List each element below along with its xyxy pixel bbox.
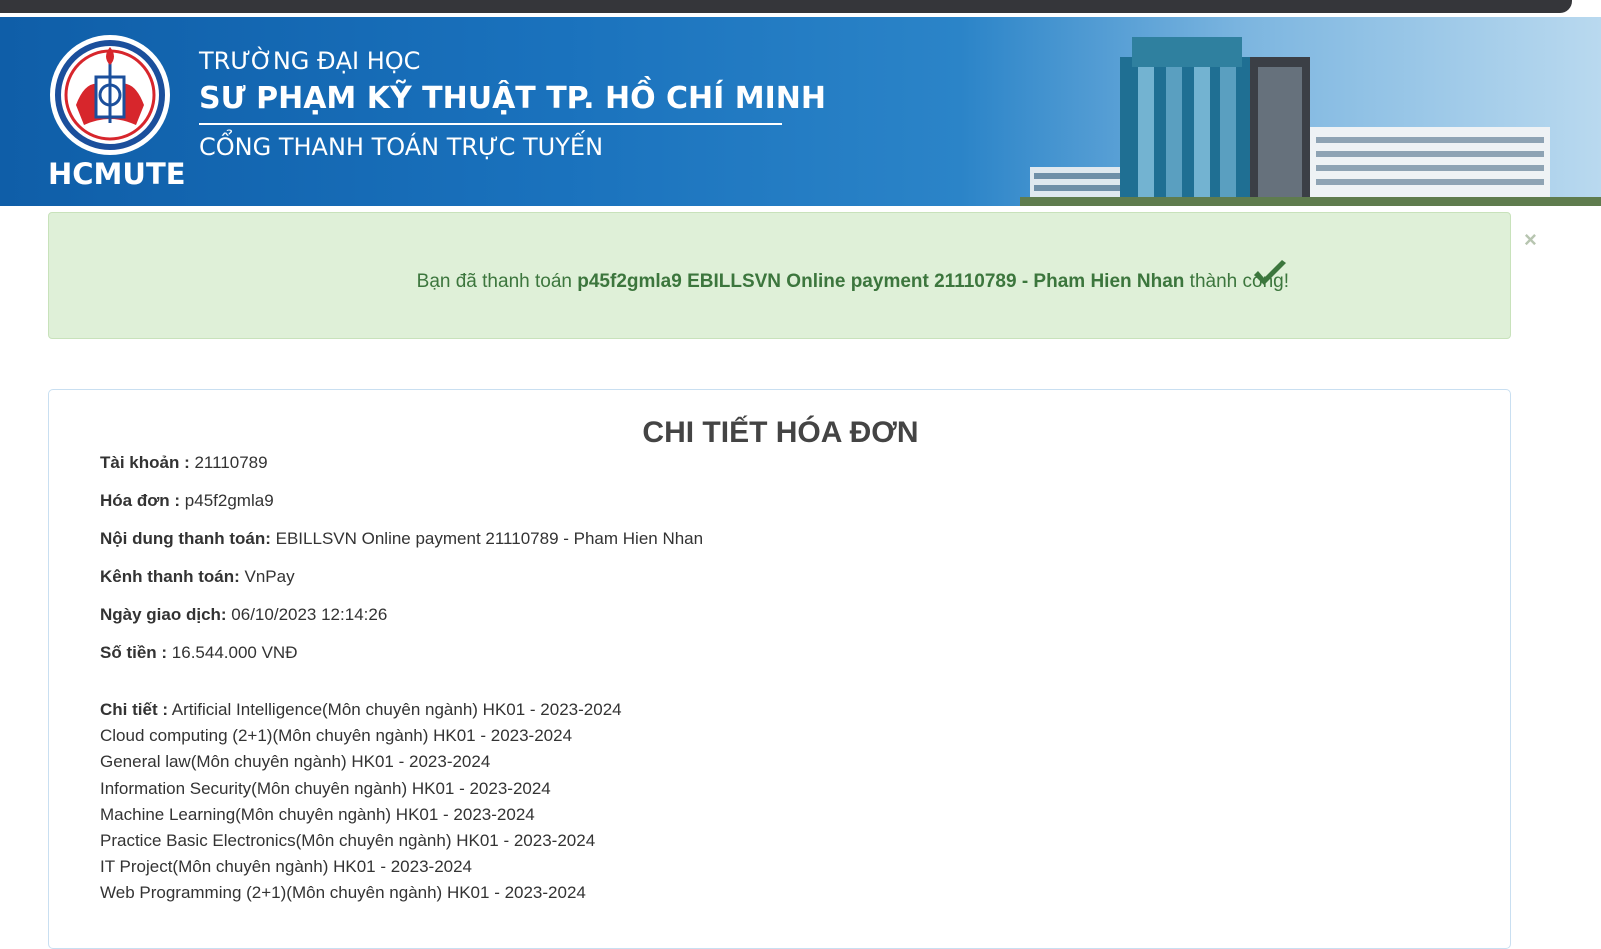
list-item: Web Programming (2+1)(Môn chuyên ngành) … — [100, 883, 586, 903]
payment-description: p45f2gmla9 EBILLSVN Online payment 21110… — [577, 271, 1185, 292]
field-payment-channel: Kênh thanh toán: VnPay — [100, 567, 295, 587]
field-label: Tài khoản : — [100, 453, 190, 472]
field-value: VnPay — [239, 567, 295, 586]
browser-bar — [0, 0, 1572, 13]
list-item: Cloud computing (2+1)(Môn chuyên ngành) … — [100, 726, 573, 746]
university-name-line1: TRƯỜNG ĐẠI HỌC — [199, 47, 421, 75]
success-prefix: Bạn đã thanh toán — [416, 271, 578, 292]
success-alert: Bạn đã thanh toán p45f2gmla9 EBILLSVN On… — [48, 212, 1537, 339]
field-invoice: Hóa đơn : p45f2gmla9 — [100, 491, 274, 511]
details-label: Chi tiết : — [100, 700, 168, 719]
title-divider — [199, 123, 782, 125]
invoice-title: CHI TIẾT HÓA ĐƠN — [642, 416, 919, 449]
field-value: 06/10/2023 12:14:26 — [226, 605, 388, 624]
portal-name: CỔNG THANH TOÁN TRỰC TUYẾN — [199, 133, 604, 161]
field-value: EBILLSVN Online payment 21110789 - Pham … — [270, 529, 704, 548]
detail-list: Chi tiết : Artificial Intelligence(Môn c… — [100, 697, 622, 907]
list-item: Chi tiết : Artificial Intelligence(Môn c… — [100, 697, 622, 723]
header-banner: HCMUTE TRƯỜNG ĐẠI HỌC SƯ PHẠM KỸ THUẬT T… — [0, 17, 1601, 206]
browser-top-strip — [0, 0, 1601, 17]
field-label: Số tiền : — [100, 643, 168, 662]
field-transaction-date: Ngày giao dịch: 06/10/2023 12:14:26 — [100, 605, 387, 625]
success-message: Bạn đã thanh toán p45f2gmla9 EBILLSVN On… — [49, 271, 1289, 293]
field-payment-content: Nội dung thanh toán: EBILLSVN Online pay… — [100, 529, 703, 549]
university-logo-icon — [50, 35, 170, 155]
invoice-detail-panel: CHI TIẾT HÓA ĐƠN Tài khoản : 21110789 Hó… — [48, 389, 1511, 949]
field-value: 21110789 — [189, 453, 268, 472]
logo-text: HCMUTE — [48, 157, 186, 191]
list-item: IT Project(Môn chuyên ngành) HK01 - 2023… — [100, 857, 473, 877]
field-value: 16.544.000 VNĐ — [167, 643, 298, 662]
list-item: General law(Môn chuyên ngành) HK01 - 202… — [100, 752, 491, 772]
field-label: Kênh thanh toán: — [100, 567, 240, 586]
field-account: Tài khoản : 21110789 — [100, 453, 268, 473]
field-label: Hóa đơn : — [100, 491, 181, 510]
list-item: Machine Learning(Môn chuyên ngành) HK01 … — [100, 804, 535, 824]
detail-text: Artificial Intelligence(Môn chuyên ngành… — [168, 700, 622, 719]
field-label: Ngày giao dịch: — [100, 605, 227, 624]
list-item: Information Security(Môn chuyên ngành) H… — [100, 778, 551, 798]
field-value: p45f2gmla9 — [180, 491, 274, 510]
field-amount: Số tiền : 16.544.000 VNĐ — [100, 643, 297, 663]
campus-building-image — [1020, 37, 1601, 206]
university-name-line2: SƯ PHẠM KỸ THUẬT TP. HỒ CHÍ MINH — [199, 81, 826, 116]
field-label: Nội dung thanh toán: — [100, 529, 271, 548]
check-icon — [1254, 260, 1286, 285]
close-icon[interactable]: × — [1524, 227, 1537, 253]
list-item: Practice Basic Electronics(Môn chuyên ng… — [100, 831, 596, 851]
